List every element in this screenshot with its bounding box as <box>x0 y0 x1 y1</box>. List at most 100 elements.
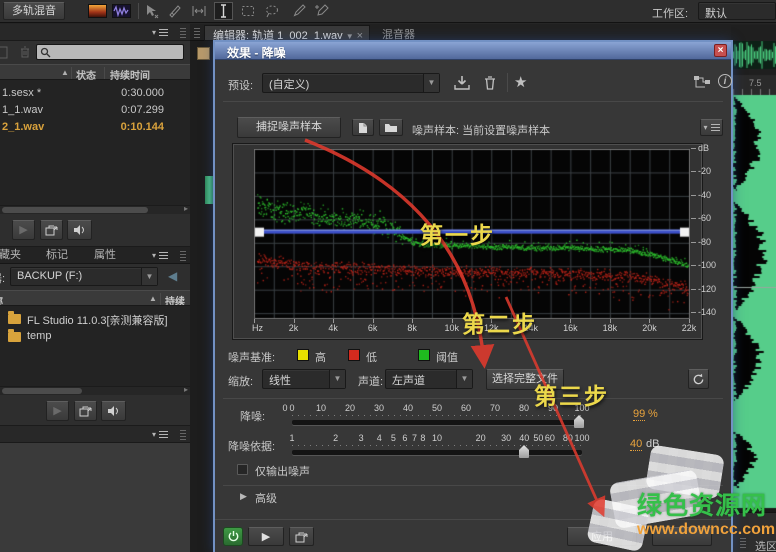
lasso-tool-icon[interactable] <box>264 3 280 19</box>
x-axis-label: 4k <box>322 323 344 333</box>
files-panel-menu[interactable]: ▾ <box>152 28 168 37</box>
media-tab-2[interactable]: 标记 <box>34 247 80 264</box>
files-columns[interactable]: ▲ 状态 持续时间 <box>0 64 190 80</box>
nrby-value[interactable]: 40 <box>630 438 642 451</box>
save-sample-page-icon[interactable] <box>352 119 374 136</box>
nr-slider-thumb[interactable] <box>574 415 584 428</box>
media-transport: ▶ <box>0 395 190 426</box>
media-item[interactable]: FL Studio 11.0.3[亲测兼容版] <box>0 310 190 328</box>
nr-tick-label: 70 <box>484 403 506 413</box>
waveform-display[interactable] <box>731 41 776 512</box>
x-axis-tick <box>649 319 650 323</box>
bottom-panel-body <box>0 443 190 552</box>
loop-speaker-button[interactable] <box>101 401 126 421</box>
media-tab-3[interactable]: 属性 <box>82 247 128 264</box>
selection-panel-grip[interactable] <box>740 538 746 548</box>
search-icon <box>40 47 51 58</box>
marquee-tool-icon[interactable] <box>240 3 256 19</box>
move-tool-icon[interactable] <box>143 3 159 19</box>
file-duration: 0:07.299 <box>121 104 164 116</box>
noise-only-checkbox[interactable] <box>237 464 248 475</box>
file-list: 1.sesx *0:30.0001_1.wav0:07.2992_1.wav0:… <box>0 80 190 205</box>
file-row[interactable]: 1_1.wav0:07.299 <box>0 103 190 120</box>
drive-dropdown[interactable]: BACKUP (F:) ▼ <box>10 267 158 286</box>
open-file-icon[interactable] <box>0 45 10 59</box>
reset-button[interactable] <box>688 369 709 389</box>
advanced-label[interactable]: 高级 <box>255 490 277 506</box>
media-hscrollbar[interactable]: ▸ <box>0 386 190 395</box>
bottom-panel-grip[interactable] <box>180 429 186 440</box>
x-axis-tick <box>333 319 334 323</box>
nr-value[interactable]: 99 <box>633 408 645 421</box>
file-row[interactable]: 2_1.wav0:10.144 <box>0 120 190 137</box>
workspace-dropdown[interactable]: 默认 <box>698 2 776 20</box>
media-list: FL Studio 11.0.3[亲测兼容版]temp <box>0 306 190 386</box>
save-preset-icon[interactable] <box>453 75 471 91</box>
preset-dropdown[interactable]: (自定义) ▼ <box>262 73 440 93</box>
play-button[interactable]: ▶ <box>12 220 35 240</box>
media-item[interactable]: temp <box>0 328 190 346</box>
trash-icon[interactable] <box>18 45 32 59</box>
tab-dropdown-icon[interactable]: ▼ <box>346 32 354 41</box>
scroll-thumb[interactable] <box>2 207 148 213</box>
step-annotation-2: 第二步 <box>462 305 537 339</box>
auto-play-button[interactable] <box>40 220 63 240</box>
advanced-expander-icon[interactable]: ▶ <box>240 491 247 502</box>
media-columns[interactable]: 称 ▲ 持续 <box>0 290 190 306</box>
preview-loop-button[interactable] <box>289 527 314 546</box>
multitrack-button[interactable]: 多轨混音 <box>3 2 65 20</box>
editor-strip: 7.5 选区 <box>731 25 776 552</box>
y-axis-tick <box>691 289 696 290</box>
tab-close-icon[interactable]: × <box>357 30 363 42</box>
favorite-star-icon[interactable]: ★ <box>514 73 527 91</box>
capture-noise-sample-button[interactable]: 捕捉噪声样本 <box>237 117 341 138</box>
nr-slider-track[interactable] <box>292 420 582 425</box>
healing-brush-tool-icon[interactable] <box>314 3 330 19</box>
razor-tool-icon[interactable] <box>167 3 183 19</box>
dialog-titlebar[interactable]: 效果 - 降噪 × <box>215 42 731 60</box>
nrby-slider-thumb[interactable] <box>519 445 529 458</box>
media-panel-grip[interactable] <box>180 250 186 261</box>
files-panel-grip[interactable] <box>180 27 186 38</box>
sample-options-menu[interactable]: ▾ <box>700 119 723 136</box>
waveform-view-icon[interactable] <box>112 4 131 18</box>
delete-preset-icon[interactable] <box>482 75 498 91</box>
back-arrow-icon[interactable]: ◀ <box>168 269 177 283</box>
search-input[interactable] <box>53 45 181 59</box>
scroll-thumb[interactable] <box>2 388 82 394</box>
load-sample-folder-icon[interactable] <box>379 119 403 136</box>
play-button[interactable]: ▶ <box>46 401 69 421</box>
info-icon[interactable]: i <box>718 74 732 88</box>
media-panel-menu[interactable]: ▾ <box>152 251 168 260</box>
y-axis-tick <box>691 265 696 266</box>
route-icon[interactable] <box>693 75 711 90</box>
bottom-panel-menu[interactable]: ▾ <box>152 430 168 439</box>
x-axis-tick <box>294 319 295 323</box>
effects-rack-icon <box>197 47 210 60</box>
preview-play-button[interactable]: ▶ <box>248 527 284 546</box>
spectral-view-icon[interactable] <box>88 4 107 18</box>
legend-label-高: 高 <box>315 349 326 365</box>
media-tab-1[interactable]: 藏夹 <box>0 247 30 264</box>
file-row[interactable]: 1.sesx *0:30.000 <box>0 86 190 103</box>
tab-mixer[interactable]: 混音器 <box>372 25 425 41</box>
auto-play-button[interactable] <box>74 401 97 421</box>
scroll-right-arrow[interactable]: ▸ <box>184 385 188 394</box>
scroll-right-arrow[interactable]: ▸ <box>184 204 188 213</box>
tabbar-grip[interactable] <box>194 27 200 38</box>
scale-dropdown[interactable]: 线性 ▼ <box>262 369 346 389</box>
paintbrush-tool-icon[interactable] <box>290 3 306 19</box>
power-toggle-button[interactable] <box>223 527 243 546</box>
noise-only-label[interactable]: 仅输出噪声 <box>255 463 310 479</box>
slip-tool-icon[interactable] <box>191 3 207 19</box>
channel-dropdown[interactable]: 左声道 ▼ <box>385 369 473 389</box>
nrby-slider-track[interactable] <box>292 450 582 455</box>
search-box[interactable] <box>36 44 184 60</box>
files-toolbar <box>0 41 190 64</box>
files-hscrollbar[interactable]: ▸ <box>0 205 190 214</box>
col-name: 称 <box>0 293 3 306</box>
time-selection-tool-icon[interactable] <box>214 2 233 20</box>
loop-speaker-button[interactable] <box>67 220 92 240</box>
dialog-close-button[interactable]: × <box>714 44 727 57</box>
tab-editor[interactable]: 编辑器: 轨道 1_002_1.wav ▼ × <box>204 25 370 41</box>
